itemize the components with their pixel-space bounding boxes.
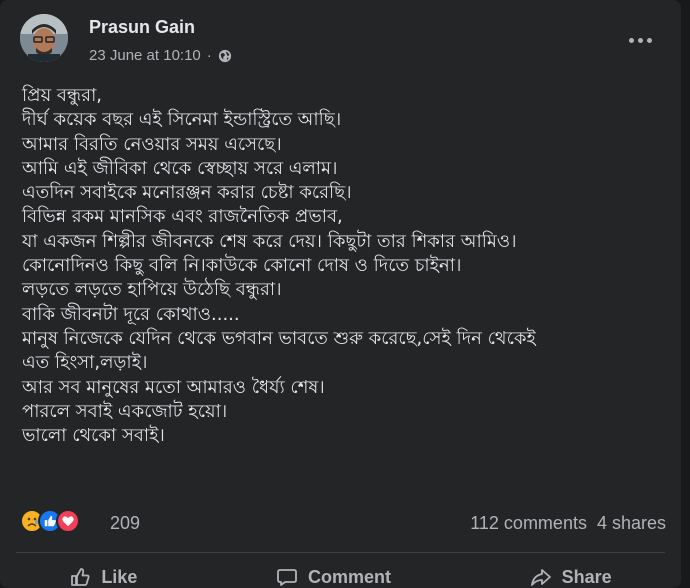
more-options-icon[interactable]	[624, 28, 656, 52]
like-button[interactable]: Like	[69, 566, 137, 588]
comment-button[interactable]: Comment	[276, 566, 391, 588]
avatar-image	[20, 14, 68, 62]
comment-label: Comment	[307, 566, 391, 587]
dot	[628, 37, 634, 43]
action-bar: Like Comment Share	[0, 562, 681, 588]
reaction-icons[interactable]	[20, 509, 80, 533]
love-reaction-icon	[56, 509, 80, 533]
post-stats: 112 comments 4 shares	[470, 513, 666, 534]
post-text: প্রিয় বন্ধুরা, দীর্ঘ কয়েক বছর এই সিনেম…	[22, 85, 536, 447]
share-button[interactable]: Share	[530, 566, 612, 588]
like-icon	[71, 568, 90, 586]
post-timestamp[interactable]: 23 June at 10:10	[89, 47, 201, 64]
comment-icon	[277, 569, 297, 586]
author-name[interactable]: Prasun Gain	[89, 17, 195, 38]
shares-count[interactable]: 4 shares	[597, 513, 666, 534]
meta-separator: ·	[206, 47, 212, 64]
reaction-count[interactable]: 209	[110, 513, 140, 534]
divider	[16, 552, 665, 553]
post-meta: 23 June at 10:10 ·	[89, 47, 232, 64]
post-card: Prasun Gain 23 June at 10:10 · প্রিয় বন…	[0, 0, 681, 588]
comments-count[interactable]: 112 comments	[470, 513, 587, 534]
like-label: Like	[101, 566, 138, 587]
dot	[637, 37, 643, 43]
dot	[646, 37, 652, 43]
avatar[interactable]	[20, 14, 68, 62]
share-label: Share	[561, 566, 612, 587]
globe-icon	[218, 49, 231, 62]
share-icon	[530, 569, 551, 586]
